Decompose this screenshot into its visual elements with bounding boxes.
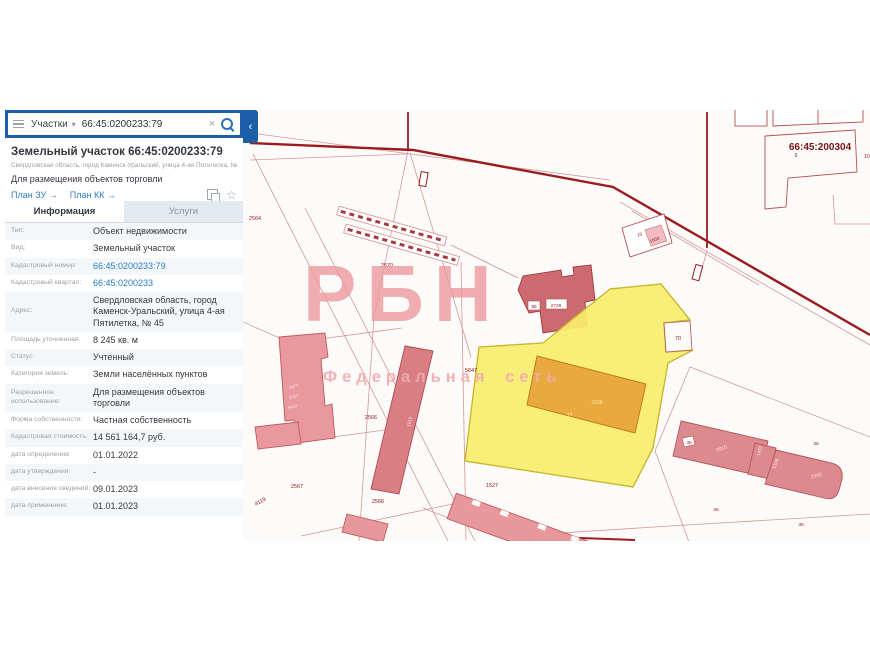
info-row-label: Кадастровая стоимость: <box>11 433 93 442</box>
info-row: Тип:Объект недвижимости <box>5 223 243 240</box>
info-row-value: 8 245 кв. м <box>93 335 237 346</box>
info-row-label: Разрешенное использование: <box>11 389 93 407</box>
info-row-value-link[interactable]: 66:45:0200233 <box>93 278 237 289</box>
parcel-header: Земельный участок 66:45:0200233:79 Сверд… <box>5 138 243 201</box>
chevron-down-icon[interactable]: ▾ <box>72 120 76 129</box>
overlay-plan-icon[interactable] <box>207 189 218 200</box>
info-row: дата утверждения:- <box>5 464 243 481</box>
tab-services[interactable]: Услуги <box>124 201 243 222</box>
info-row-label: дата внесения сведений: <box>11 485 93 494</box>
watermark-tagline: Федеральная сеть <box>323 368 562 387</box>
info-row-value: Объект недвижимости <box>93 226 237 237</box>
map-label: 1838 <box>591 400 602 406</box>
info-row-label: дата определения: <box>11 451 93 460</box>
info-row-value: 09.01.2023 <box>93 484 237 495</box>
parcel-address: Свердловская область, город Каменск-Урал… <box>11 162 237 169</box>
info-row: Кадастровая стоимость:14 561 164,7 руб. <box>5 429 243 446</box>
map-label: 36 <box>713 507 719 513</box>
map-label: 36 <box>798 522 804 528</box>
building-small-left <box>255 422 301 449</box>
search-box[interactable]: Участки ▾ 66:45:0200233:79 × <box>8 113 240 135</box>
info-row-label: дата утверждения: <box>11 468 93 477</box>
info-row-value: Учтенный <box>93 352 237 363</box>
info-row-label: Адрес: <box>11 307 93 316</box>
map-label: 9 <box>795 153 798 159</box>
map-label: 66:45:200304 <box>789 142 852 153</box>
map-label: 2564 <box>249 216 261 222</box>
search-input[interactable]: 66:45:0200233:79 <box>82 119 203 130</box>
info-row-value: 14 561 164,7 руб. <box>93 432 237 443</box>
info-row: Статус:Учтенный <box>5 349 243 366</box>
map-label: 36 <box>686 440 692 446</box>
search-category-dropdown[interactable]: Участки <box>31 119 68 130</box>
info-row: Разрешенное использование:Для размещения… <box>5 384 243 413</box>
info-rows: Тип:Объект недвижимостиВид:Земельный уча… <box>5 223 243 516</box>
search-bar: Участки ▾ 66:45:0200233:79 × <box>5 110 243 138</box>
info-row: Категория земель:Земли населённых пункто… <box>5 366 243 383</box>
info-row: дата применения:01.01.2023 <box>5 498 243 515</box>
info-row: дата определения:01.01.2022 <box>5 447 243 464</box>
info-row-label: дата применения: <box>11 502 93 511</box>
info-row: дата внесения сведений:09.01.2023 <box>5 481 243 498</box>
favorite-star-icon[interactable]: ☆ <box>226 190 237 200</box>
info-row-label: Форма собственности: <box>11 416 93 425</box>
clear-icon[interactable]: × <box>209 118 215 130</box>
parcel-info-panel: Участки ▾ 66:45:0200233:79 × Земельный у… <box>5 110 243 541</box>
info-row: Форма собственности:Частная собственност… <box>5 412 243 429</box>
info-row-value: Для размещения объектов торговли <box>93 387 237 410</box>
map-label: 1527 <box>486 483 498 489</box>
info-row: Кадастровый номер:66:45:0200233:79 <box>5 258 243 275</box>
info-row: Кадастровый квартал:66:45:0200233 <box>5 275 243 292</box>
panel-collapse-button[interactable]: ‹ <box>243 110 258 143</box>
info-row-value: 01.01.2022 <box>93 450 237 461</box>
cadastral-map[interactable]: 66:45:2003049102564257058471527256625662… <box>243 110 870 541</box>
plan-zu-link[interactable]: План ЗУ → <box>11 190 58 200</box>
info-row: Площадь уточненная:8 245 кв. м <box>5 332 243 349</box>
info-row-value: Частная собственность <box>93 415 237 426</box>
map-label: 36 <box>813 441 819 447</box>
map-label: 2729 <box>551 303 562 309</box>
info-row-value: Свердловская область, город Каменск-Урал… <box>93 295 237 329</box>
info-row-label: Категория земель: <box>11 370 93 379</box>
info-row-label: Кадастровый номер: <box>11 262 93 271</box>
info-row-value: Земли населённых пунктов <box>93 369 237 380</box>
info-row-value: 01.01.2023 <box>93 501 237 512</box>
map-label: 2567 <box>291 484 303 490</box>
info-row: Вид:Земельный участок <box>5 240 243 257</box>
tab-information[interactable]: Информация <box>5 201 124 222</box>
watermark-logo: РБН <box>303 254 502 334</box>
info-row: Адрес:Свердловская область, город Каменс… <box>5 292 243 332</box>
plan-links-row: План ЗУ → План КК → ☆ <box>11 189 237 200</box>
info-row-label: Площадь уточненная: <box>11 336 93 345</box>
info-row-value: - <box>93 467 237 478</box>
app-window: Участки ▾ 66:45:0200233:79 × Земельный у… <box>0 0 870 652</box>
search-icon[interactable] <box>221 118 233 130</box>
parcel-usage: Для размещения объектов торговли <box>11 174 237 184</box>
parcel-title: Земельный участок 66:45:0200233:79 <box>11 146 237 158</box>
info-row-label: Тип: <box>11 227 93 236</box>
info-row-label: Статус: <box>11 353 93 362</box>
info-row-value: Земельный участок <box>93 243 237 254</box>
info-row-label: Вид: <box>11 244 93 253</box>
map-label: 2566 <box>372 499 384 505</box>
map-label: 2566 <box>365 415 377 421</box>
map-label: 85 <box>531 304 537 310</box>
panel-tabs: Информация Услуги <box>5 201 243 223</box>
map-label: 70 <box>675 336 681 342</box>
info-row-value-link[interactable]: 66:45:0200233:79 <box>93 261 237 272</box>
menu-icon[interactable] <box>13 120 24 129</box>
map-label: 10 <box>864 154 870 160</box>
info-row-label: Кадастровый квартал: <box>11 279 93 288</box>
plan-kk-link[interactable]: План КК → <box>70 190 116 200</box>
